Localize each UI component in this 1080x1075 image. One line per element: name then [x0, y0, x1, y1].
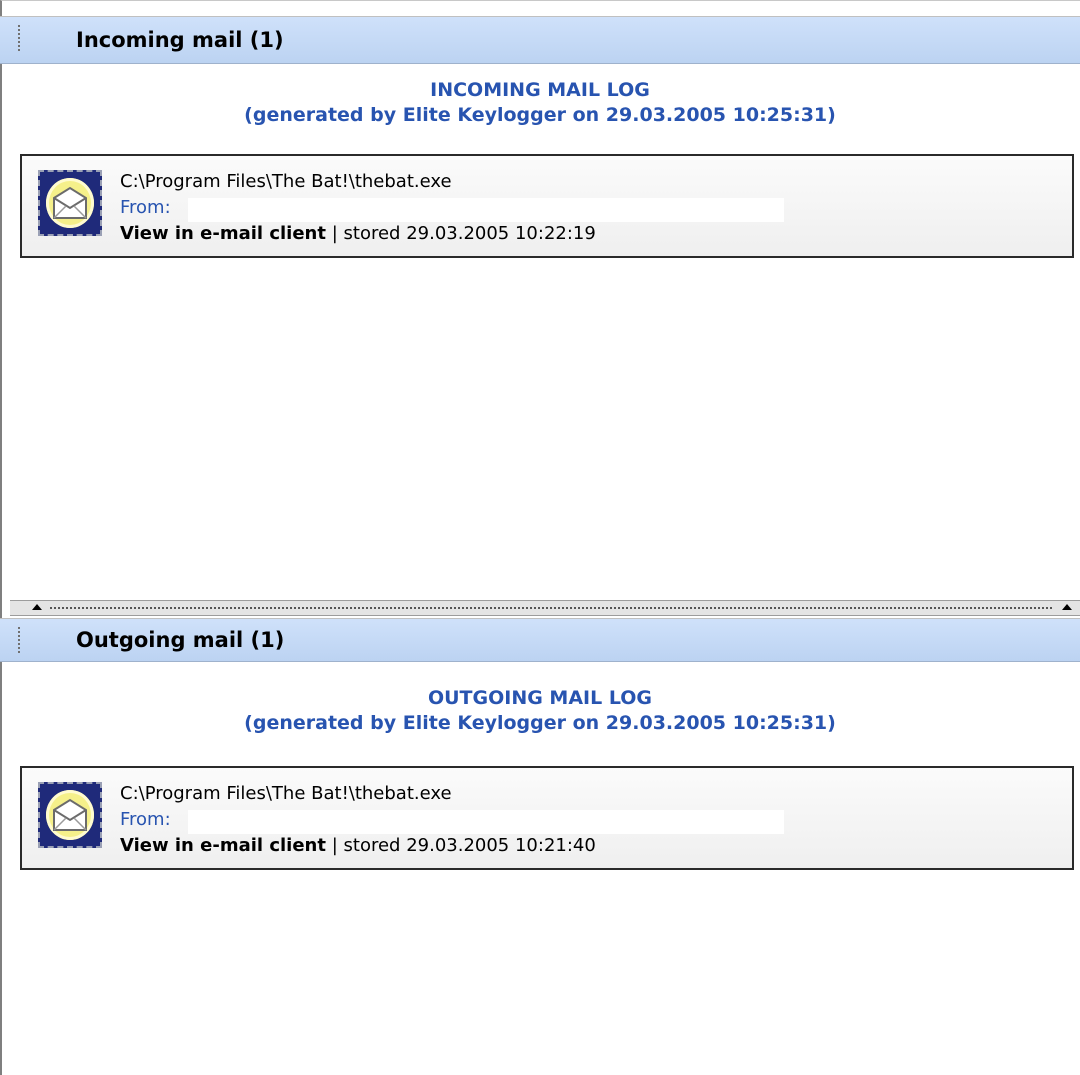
entry-view-row: View in e-mail client | stored 29.03.200…	[120, 834, 596, 858]
outgoing-mail-header[interactable]: Outgoing mail (1)	[0, 618, 1080, 662]
expand-up-arrow-icon[interactable]	[1062, 604, 1072, 610]
drag-grip-icon[interactable]	[18, 25, 22, 53]
from-redacted-field	[188, 198, 784, 222]
incoming-log-subtitle: (generated by Elite Keylogger on 29.03.2…	[244, 104, 836, 126]
stored-timestamp: stored 29.03.2005 10:22:19	[343, 223, 596, 244]
stored-timestamp: stored 29.03.2005 10:21:40	[343, 835, 596, 856]
separator: |	[331, 835, 338, 856]
view-in-email-client-link[interactable]: View in e-mail client	[120, 223, 326, 244]
incoming-log-heading: INCOMING MAIL LOG (generated by Elite Ke…	[0, 78, 1080, 128]
outgoing-log-subtitle: (generated by Elite Keylogger on 29.03.2…	[244, 712, 836, 734]
entry-path: C:\Program Files\The Bat!\thebat.exe	[120, 783, 452, 804]
splitter-dots	[50, 607, 1052, 609]
incoming-mail-panel: Incoming mail (1) INCOMING MAIL LOG (gen…	[0, 0, 1080, 603]
panel-splitter[interactable]	[10, 600, 1080, 616]
incoming-mail-header[interactable]: Incoming mail (1)	[0, 16, 1080, 64]
outgoing-mail-entry: C:\Program Files\The Bat!\thebat.exe Fro…	[20, 766, 1074, 870]
entry-from-label: From:	[120, 809, 171, 830]
view-in-email-client-link[interactable]: View in e-mail client	[120, 835, 326, 856]
from-redacted-field	[188, 810, 784, 834]
incoming-mail-title: Incoming mail (1)	[76, 28, 284, 52]
entry-path: C:\Program Files\The Bat!\thebat.exe	[120, 171, 452, 192]
mail-stamp-icon	[38, 170, 102, 236]
entry-view-row: View in e-mail client | stored 29.03.200…	[120, 222, 596, 246]
separator: |	[331, 223, 338, 244]
incoming-mail-entry: C:\Program Files\The Bat!\thebat.exe Fro…	[20, 154, 1074, 258]
collapse-up-arrow-icon[interactable]	[32, 604, 42, 610]
outgoing-mail-title: Outgoing mail (1)	[76, 628, 285, 652]
outgoing-mail-panel: Outgoing mail (1) OUTGOING MAIL LOG (gen…	[0, 618, 1080, 1075]
incoming-log-title: INCOMING MAIL LOG	[430, 79, 650, 101]
entry-from-label: From:	[120, 197, 171, 218]
outgoing-log-heading: OUTGOING MAIL LOG (generated by Elite Ke…	[0, 686, 1080, 736]
outgoing-log-title: OUTGOING MAIL LOG	[427, 687, 653, 709]
mail-stamp-icon	[38, 782, 102, 848]
drag-grip-icon[interactable]	[18, 627, 22, 655]
